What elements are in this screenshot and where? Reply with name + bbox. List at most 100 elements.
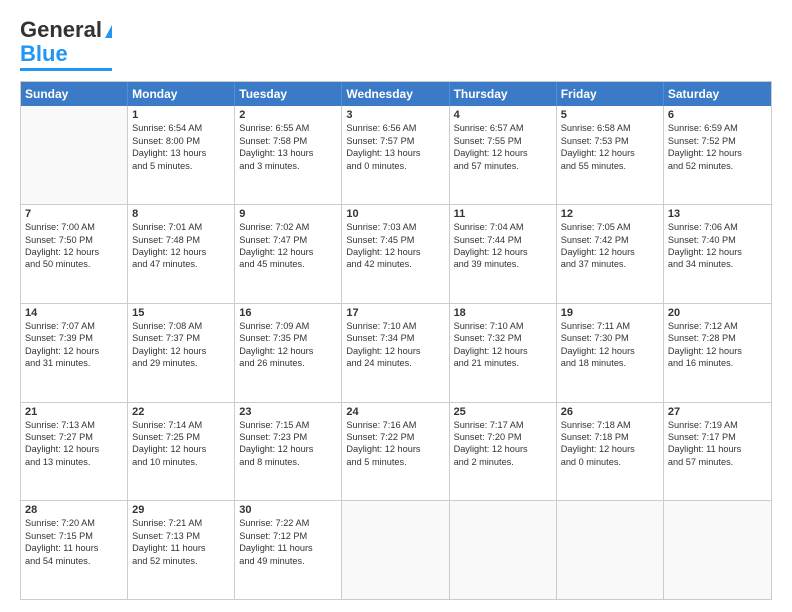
empty-cell-r0c0 <box>21 106 128 204</box>
day-number: 6 <box>668 109 767 121</box>
cell-info-line: Daylight: 12 hours <box>668 246 767 258</box>
calendar-row-1: 1Sunrise: 6:54 AMSunset: 8:00 PMDaylight… <box>21 106 771 205</box>
cell-info-line: Daylight: 13 hours <box>239 147 337 159</box>
weekday-header-tuesday: Tuesday <box>235 82 342 106</box>
day-cell-12: 12Sunrise: 7:05 AMSunset: 7:42 PMDayligh… <box>557 205 664 303</box>
cell-info-line: Sunset: 7:32 PM <box>454 332 552 344</box>
day-cell-1: 1Sunrise: 6:54 AMSunset: 8:00 PMDaylight… <box>128 106 235 204</box>
day-number: 9 <box>239 208 337 220</box>
day-cell-24: 24Sunrise: 7:16 AMSunset: 7:22 PMDayligh… <box>342 403 449 501</box>
day-number: 8 <box>132 208 230 220</box>
cell-info-line: Sunrise: 7:16 AM <box>346 419 444 431</box>
cell-info-line: Sunrise: 6:57 AM <box>454 122 552 134</box>
cell-info-line: Sunset: 7:15 PM <box>25 530 123 542</box>
day-cell-10: 10Sunrise: 7:03 AMSunset: 7:45 PMDayligh… <box>342 205 449 303</box>
cell-info-line: and 16 minutes. <box>668 357 767 369</box>
cell-info-line: and 24 minutes. <box>346 357 444 369</box>
day-cell-28: 28Sunrise: 7:20 AMSunset: 7:15 PMDayligh… <box>21 501 128 599</box>
cell-info-line: Sunrise: 6:59 AM <box>668 122 767 134</box>
day-number: 28 <box>25 504 123 516</box>
cell-info-line: Sunset: 7:20 PM <box>454 431 552 443</box>
cell-info-line: Sunrise: 6:54 AM <box>132 122 230 134</box>
day-number: 15 <box>132 307 230 319</box>
cell-info-line: and 26 minutes. <box>239 357 337 369</box>
cell-info-line: Sunrise: 6:55 AM <box>239 122 337 134</box>
cell-info-line: Sunrise: 7:14 AM <box>132 419 230 431</box>
day-number: 16 <box>239 307 337 319</box>
cell-info-line: Sunset: 7:23 PM <box>239 431 337 443</box>
day-cell-7: 7Sunrise: 7:00 AMSunset: 7:50 PMDaylight… <box>21 205 128 303</box>
day-cell-18: 18Sunrise: 7:10 AMSunset: 7:32 PMDayligh… <box>450 304 557 402</box>
weekday-header-saturday: Saturday <box>664 82 771 106</box>
logo-underline <box>20 68 112 71</box>
calendar: SundayMondayTuesdayWednesdayThursdayFrid… <box>20 81 772 600</box>
day-cell-23: 23Sunrise: 7:15 AMSunset: 7:23 PMDayligh… <box>235 403 342 501</box>
day-cell-11: 11Sunrise: 7:04 AMSunset: 7:44 PMDayligh… <box>450 205 557 303</box>
day-cell-22: 22Sunrise: 7:14 AMSunset: 7:25 PMDayligh… <box>128 403 235 501</box>
day-number: 11 <box>454 208 552 220</box>
cell-info-line: Daylight: 12 hours <box>239 345 337 357</box>
day-cell-13: 13Sunrise: 7:06 AMSunset: 7:40 PMDayligh… <box>664 205 771 303</box>
cell-info-line: and 55 minutes. <box>561 160 659 172</box>
empty-cell-r4c4 <box>450 501 557 599</box>
day-cell-8: 8Sunrise: 7:01 AMSunset: 7:48 PMDaylight… <box>128 205 235 303</box>
cell-info-line: and 13 minutes. <box>25 456 123 468</box>
cell-info-line: Sunset: 7:34 PM <box>346 332 444 344</box>
cell-info-line: Sunset: 7:58 PM <box>239 135 337 147</box>
day-cell-4: 4Sunrise: 6:57 AMSunset: 7:55 PMDaylight… <box>450 106 557 204</box>
cell-info-line: Sunrise: 7:12 AM <box>668 320 767 332</box>
cell-info-line: and 50 minutes. <box>25 258 123 270</box>
day-number: 20 <box>668 307 767 319</box>
cell-info-line: Sunset: 7:55 PM <box>454 135 552 147</box>
cell-info-line: and 18 minutes. <box>561 357 659 369</box>
cell-info-line: Daylight: 12 hours <box>346 443 444 455</box>
cell-info-line: Sunset: 7:35 PM <box>239 332 337 344</box>
cell-info-line: Daylight: 12 hours <box>454 345 552 357</box>
day-cell-2: 2Sunrise: 6:55 AMSunset: 7:58 PMDaylight… <box>235 106 342 204</box>
cell-info-line: Sunrise: 7:08 AM <box>132 320 230 332</box>
calendar-row-3: 14Sunrise: 7:07 AMSunset: 7:39 PMDayligh… <box>21 304 771 403</box>
cell-info-line: Sunrise: 7:02 AM <box>239 221 337 233</box>
cell-info-line: Daylight: 12 hours <box>561 345 659 357</box>
cell-info-line: and 0 minutes. <box>346 160 444 172</box>
cell-info-line: and 54 minutes. <box>25 555 123 567</box>
day-cell-21: 21Sunrise: 7:13 AMSunset: 7:27 PMDayligh… <box>21 403 128 501</box>
day-cell-26: 26Sunrise: 7:18 AMSunset: 7:18 PMDayligh… <box>557 403 664 501</box>
day-number: 21 <box>25 406 123 418</box>
cell-info-line: and 8 minutes. <box>239 456 337 468</box>
cell-info-line: and 5 minutes. <box>132 160 230 172</box>
cell-info-line: Daylight: 12 hours <box>454 147 552 159</box>
cell-info-line: Sunrise: 7:04 AM <box>454 221 552 233</box>
cell-info-line: and 52 minutes. <box>668 160 767 172</box>
cell-info-line: Sunrise: 7:10 AM <box>454 320 552 332</box>
cell-info-line: Sunset: 7:25 PM <box>132 431 230 443</box>
cell-info-line: Daylight: 13 hours <box>346 147 444 159</box>
day-cell-14: 14Sunrise: 7:07 AMSunset: 7:39 PMDayligh… <box>21 304 128 402</box>
cell-info-line: Sunset: 7:48 PM <box>132 234 230 246</box>
cell-info-line: Sunset: 7:22 PM <box>346 431 444 443</box>
day-number: 27 <box>668 406 767 418</box>
day-cell-3: 3Sunrise: 6:56 AMSunset: 7:57 PMDaylight… <box>342 106 449 204</box>
day-cell-5: 5Sunrise: 6:58 AMSunset: 7:53 PMDaylight… <box>557 106 664 204</box>
logo-text: General <box>20 18 112 42</box>
cell-info-line: Sunset: 7:18 PM <box>561 431 659 443</box>
cell-info-line: Daylight: 12 hours <box>346 345 444 357</box>
cell-info-line: Daylight: 11 hours <box>239 542 337 554</box>
day-cell-29: 29Sunrise: 7:21 AMSunset: 7:13 PMDayligh… <box>128 501 235 599</box>
cell-info-line: Sunrise: 7:01 AM <box>132 221 230 233</box>
cell-info-line: Sunset: 7:37 PM <box>132 332 230 344</box>
weekday-header-wednesday: Wednesday <box>342 82 449 106</box>
day-number: 25 <box>454 406 552 418</box>
cell-info-line: Daylight: 12 hours <box>25 443 123 455</box>
calendar-body: 1Sunrise: 6:54 AMSunset: 8:00 PMDaylight… <box>21 106 771 599</box>
cell-info-line: and 0 minutes. <box>561 456 659 468</box>
day-cell-27: 27Sunrise: 7:19 AMSunset: 7:17 PMDayligh… <box>664 403 771 501</box>
cell-info-line: Daylight: 12 hours <box>668 345 767 357</box>
cell-info-line: and 57 minutes. <box>668 456 767 468</box>
cell-info-line: Sunset: 7:53 PM <box>561 135 659 147</box>
day-cell-30: 30Sunrise: 7:22 AMSunset: 7:12 PMDayligh… <box>235 501 342 599</box>
cell-info-line: Sunrise: 6:56 AM <box>346 122 444 134</box>
cell-info-line: and 21 minutes. <box>454 357 552 369</box>
cell-info-line: Sunset: 7:44 PM <box>454 234 552 246</box>
cell-info-line: Sunset: 7:27 PM <box>25 431 123 443</box>
